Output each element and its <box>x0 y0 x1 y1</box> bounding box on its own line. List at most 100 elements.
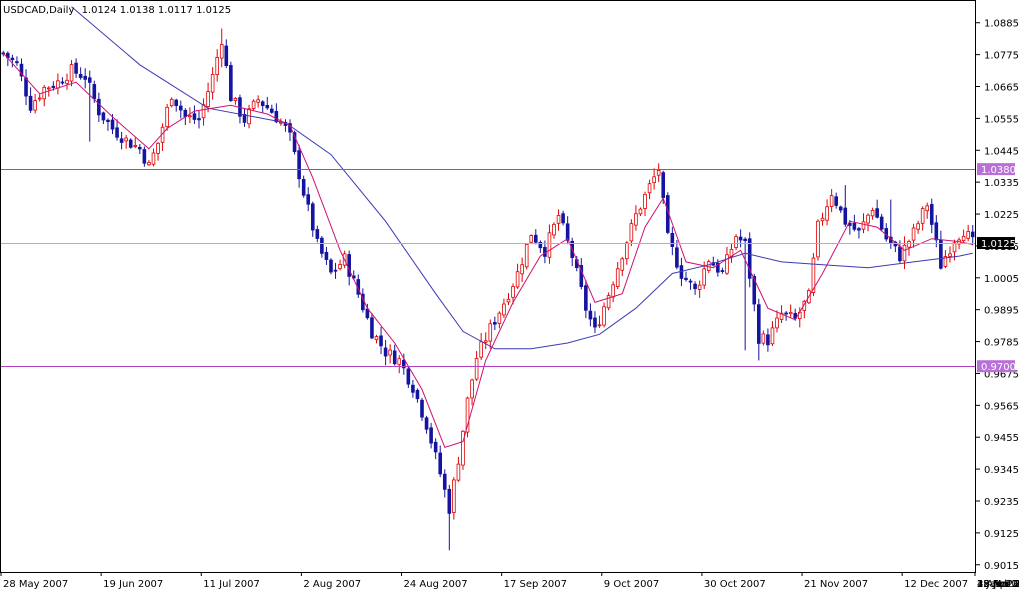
candle-body <box>647 183 652 194</box>
x-tick-label: 2 Aug 2007 <box>303 579 361 590</box>
candle-body <box>929 204 934 225</box>
candle-body <box>939 239 943 269</box>
candle <box>524 243 529 270</box>
candle-body <box>224 45 229 66</box>
level-tag-2-label: 0.9700 <box>981 362 1016 373</box>
candle-body <box>543 247 547 257</box>
candle <box>816 219 820 261</box>
y-tick-label: 1.0445 <box>984 146 1019 157</box>
candle-body <box>128 139 133 148</box>
candle-body <box>415 389 420 400</box>
candle <box>465 396 470 438</box>
candle-body <box>934 222 939 241</box>
candle-body <box>456 463 461 481</box>
candle-body <box>46 87 51 90</box>
candle-body <box>338 264 342 270</box>
candle-body <box>374 336 379 341</box>
candle-body <box>87 77 92 83</box>
candle-body <box>634 213 638 226</box>
candle-body <box>138 146 142 150</box>
candle-body <box>684 277 688 281</box>
candle-body <box>388 349 392 356</box>
x-tick-label: 30 Oct 2007 <box>704 579 766 590</box>
candle-body <box>861 221 866 230</box>
y-tick-label: 1.0665 <box>984 83 1019 94</box>
candle-body <box>825 206 829 221</box>
candle-body <box>561 213 565 224</box>
candle-body <box>761 333 766 344</box>
candle-body <box>483 340 488 343</box>
candle-body <box>661 172 666 199</box>
candle-body <box>702 268 706 286</box>
candle-body <box>870 210 875 217</box>
candle-body <box>911 227 916 241</box>
candle-body <box>183 109 188 117</box>
candle-body <box>584 285 588 311</box>
candle-body <box>297 150 301 180</box>
candle-body <box>907 241 911 248</box>
candle-body <box>643 193 647 209</box>
y-tick-label: 0.9455 <box>984 433 1019 444</box>
candle-body <box>219 44 224 59</box>
price-chart[interactable]: 1.0885 1.0775 1.0665 1.0555 1.0445 1.0335 1.02… <box>0 0 1019 591</box>
candle-body <box>310 203 315 231</box>
candle-body <box>74 62 78 74</box>
candle-body <box>229 65 233 101</box>
candle-body <box>852 222 857 230</box>
y-tick-label: 0.9895 <box>984 306 1019 317</box>
candle-body <box>552 224 556 236</box>
candle-body <box>820 217 825 222</box>
candle-body <box>515 271 520 288</box>
candle-body <box>533 234 538 243</box>
candle <box>229 61 233 102</box>
candle-body <box>188 115 192 118</box>
candle-body <box>210 73 215 93</box>
candle-body <box>720 270 725 272</box>
candle-body <box>379 335 383 347</box>
candle-body <box>670 233 675 247</box>
candle-body <box>406 368 411 385</box>
candle-body <box>556 215 561 224</box>
candle-body <box>948 253 952 257</box>
candle-body <box>843 207 848 225</box>
candle-body <box>757 304 761 344</box>
candle-body <box>92 84 97 100</box>
candle-body <box>147 162 151 166</box>
candle-body <box>119 138 124 143</box>
candle-body <box>433 441 438 453</box>
candle-body <box>875 208 879 218</box>
level-tag-1-label: 1.0380 <box>981 165 1016 176</box>
y-tick-label: 1.0555 <box>984 114 1019 125</box>
time-axis: 28 May 2007 19 Jun 2007 11 Jul 2007 2 Aug 2… <box>0 572 1019 590</box>
candle-body <box>565 223 570 241</box>
candle-body <box>447 488 452 514</box>
x-tick-label: 24 Aug 2007 <box>404 579 468 590</box>
candle-body <box>301 178 306 196</box>
candle-body <box>524 243 529 268</box>
candle-body <box>925 205 930 212</box>
candle-body <box>274 110 279 123</box>
y-tick-label: 0.9565 <box>984 401 1019 412</box>
candle-body <box>365 308 370 319</box>
candle-body <box>620 258 625 271</box>
candle-body <box>857 228 861 231</box>
candle-body <box>206 91 210 108</box>
candle <box>128 138 133 149</box>
candle-body <box>688 280 693 283</box>
candle-body <box>151 152 156 165</box>
y-tick-label: 1.0225 <box>984 210 1019 221</box>
candle-body <box>916 223 920 230</box>
candle-body <box>10 57 15 61</box>
candle-body <box>329 259 333 273</box>
candle-body <box>420 399 424 418</box>
candle-body <box>306 194 311 205</box>
x-tick-label: 25 Apr 2008 <box>977 579 1019 590</box>
candle-body <box>115 127 119 138</box>
candle-body <box>142 149 147 164</box>
candle-body <box>597 324 602 327</box>
plot-area <box>0 0 976 572</box>
x-tick-label: 28 May 2007 <box>3 579 68 590</box>
candle-body <box>429 427 433 444</box>
candle-body <box>529 235 534 243</box>
candle-body <box>511 286 515 298</box>
